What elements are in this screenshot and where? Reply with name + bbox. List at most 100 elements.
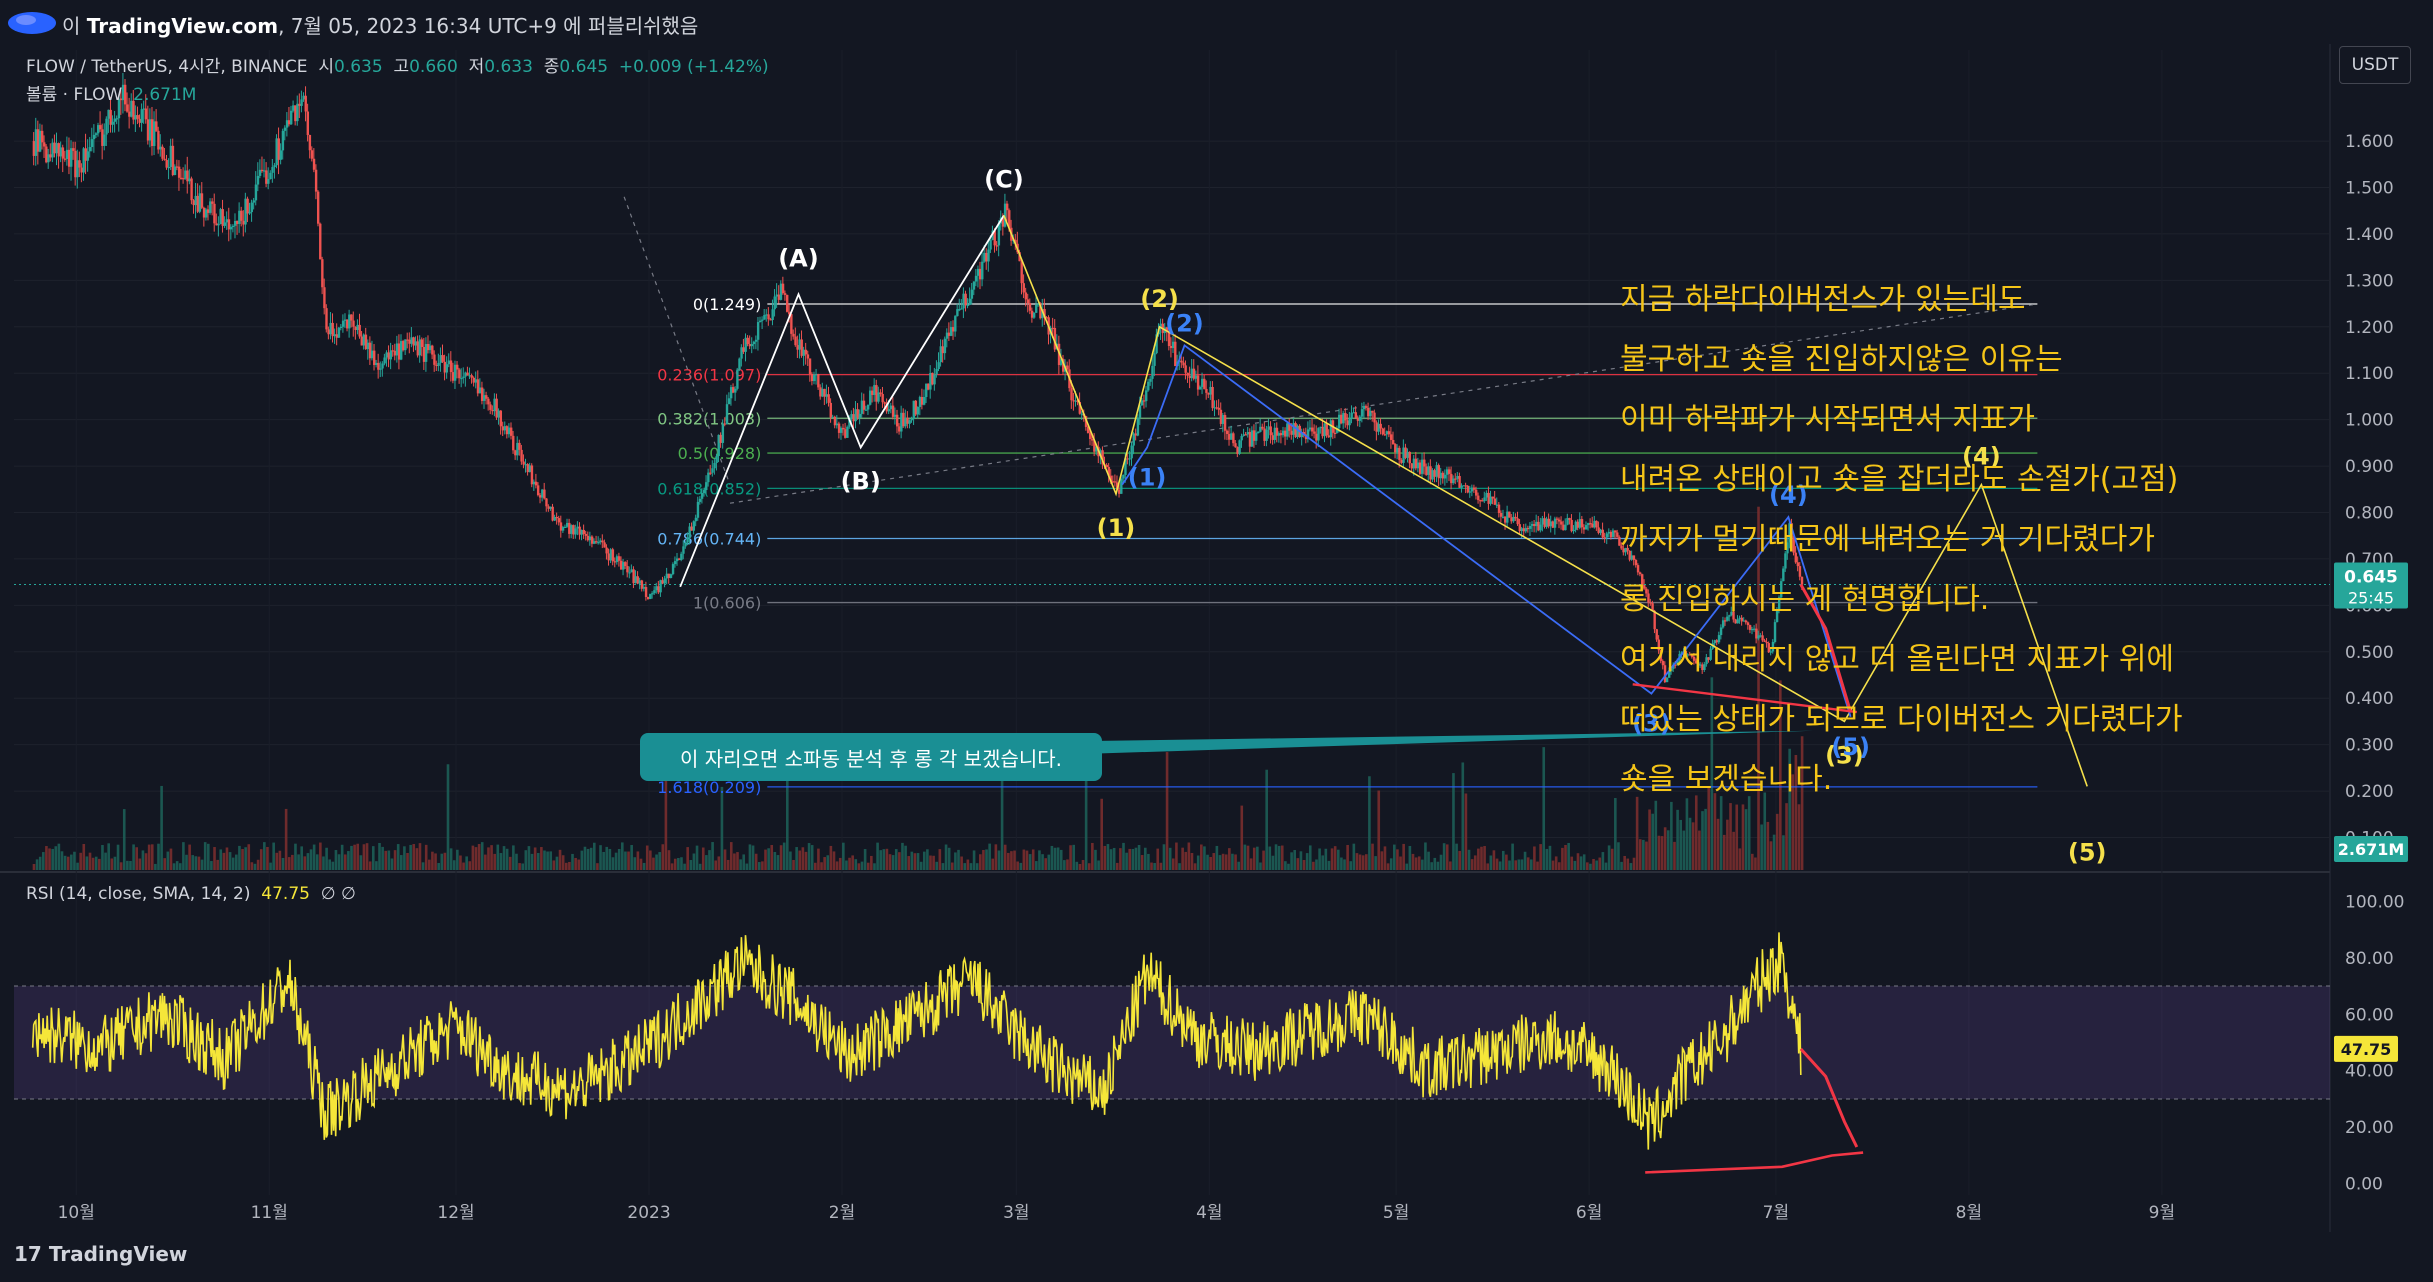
candle-body: [277, 138, 280, 160]
volume-bar: [1377, 790, 1381, 870]
volume-bar: [400, 855, 403, 870]
candle-body: [74, 150, 77, 178]
candle-body: [312, 158, 316, 170]
volume-bar: [773, 851, 777, 870]
candle-body: [140, 109, 143, 123]
volume-bar: [1424, 842, 1427, 870]
volume-bar: [66, 856, 70, 870]
volume-bar: [135, 847, 139, 870]
rsi-label[interactable]: RSI (14, close, SMA, 14, 2): [26, 884, 250, 904]
candle-body: [1518, 524, 1521, 532]
candle-body: [1410, 463, 1414, 469]
candle-body: [148, 119, 152, 141]
candle-body: [221, 209, 224, 226]
wave-yellow-label: (1): [1097, 514, 1136, 542]
volume-label[interactable]: 볼륨 · FLOW: [26, 85, 122, 105]
volume-bar: [1016, 861, 1019, 870]
candle-body: [962, 293, 965, 309]
volume-bar: [116, 844, 120, 870]
candle-body: [1248, 432, 1252, 447]
candle-body: [630, 569, 633, 573]
candle-body: [1354, 412, 1358, 418]
candle-body: [709, 472, 712, 474]
candle-body: [1614, 530, 1617, 533]
volume-bar: [259, 849, 263, 870]
candle-body: [167, 166, 170, 169]
volume-bar: [169, 848, 173, 870]
candle-body: [748, 344, 752, 347]
candle-body: [1356, 417, 1360, 421]
note-line: 여기서 내리지 않고 더 올린다면 지표가 위에: [1620, 642, 2175, 677]
volume-bar: [284, 808, 288, 870]
volume-bar: [365, 843, 369, 870]
candle-body: [804, 349, 808, 355]
candle-body: [1091, 438, 1094, 441]
currency-button[interactable]: USDT: [2339, 46, 2411, 84]
candle-body: [1147, 381, 1150, 391]
volume-bar: [761, 861, 764, 870]
high-label: 고: [393, 57, 410, 77]
volume-bar: [605, 846, 609, 870]
candle-body: [1118, 489, 1121, 494]
tradingview-logo[interactable]: 𝟭𝟳 TradingView: [14, 1242, 187, 1266]
candle-body: [1406, 451, 1409, 458]
volume-bar: [1458, 850, 1461, 870]
candle-body: [771, 309, 774, 320]
volume-bar: [926, 849, 929, 870]
candle-body: [952, 327, 955, 332]
candle-body: [343, 319, 347, 321]
volume-bar: [1103, 845, 1107, 870]
candle-body: [1223, 415, 1227, 431]
candle-body: [1186, 372, 1189, 376]
time-tick-label: 11월: [251, 1203, 288, 1223]
candle-body: [860, 400, 864, 414]
candle-body: [1458, 475, 1461, 488]
fib-level-label: 0.236(1.097): [657, 366, 761, 385]
candle-body: [169, 145, 173, 167]
volume-bar: [1772, 834, 1776, 870]
volume-bar: [733, 853, 736, 870]
volume-bar: [997, 850, 1001, 870]
candle-body: [1184, 365, 1187, 373]
volume-bar: [736, 852, 739, 870]
volume-bar: [207, 843, 210, 870]
volume-bar: [1623, 855, 1626, 870]
volume-bar: [459, 855, 462, 870]
note-line: 지금 하락다이버전스가 있는데도: [1620, 282, 2026, 317]
volume-bar: [1558, 862, 1561, 870]
price-tick-label: 0.300: [2345, 736, 2394, 756]
volume-bar: [1087, 863, 1091, 870]
volume-bar: [1053, 847, 1057, 870]
candle-body: [1483, 497, 1486, 502]
candle-body: [43, 142, 46, 147]
volume-bar: [1626, 858, 1630, 870]
candle-body: [707, 472, 710, 483]
volume-bar: [991, 858, 995, 870]
candle-body: [1032, 312, 1036, 318]
candle-body: [501, 426, 505, 431]
volume-bar: [1411, 853, 1415, 870]
volume-bar: [988, 843, 991, 870]
volume-bar: [1119, 848, 1122, 870]
candle-body: [1136, 417, 1140, 436]
volume-bar: [851, 855, 854, 870]
volume-bar: [1013, 850, 1016, 870]
candle-body: [298, 103, 301, 106]
candle-body: [638, 580, 642, 584]
volume-legend: 볼륨 · FLOW 2.671M: [26, 80, 196, 105]
volume-bar: [848, 857, 851, 870]
volume-bar: [723, 849, 727, 870]
site-name[interactable]: TradingView.com: [87, 14, 278, 38]
candle-body: [1421, 459, 1424, 474]
candle-body: [987, 249, 990, 262]
candle-body: [290, 110, 293, 125]
candle-body: [335, 334, 339, 338]
volume-bar: [1452, 773, 1455, 870]
volume-bar: [163, 858, 167, 870]
candle-body: [786, 294, 789, 312]
volume-bar: [960, 856, 963, 870]
volume-bar: [406, 852, 409, 870]
candle-body: [204, 209, 208, 218]
symbol-name[interactable]: FLOW / TetherUS, 4시간, BINANCE: [26, 57, 308, 77]
volume-bar: [1610, 848, 1614, 870]
